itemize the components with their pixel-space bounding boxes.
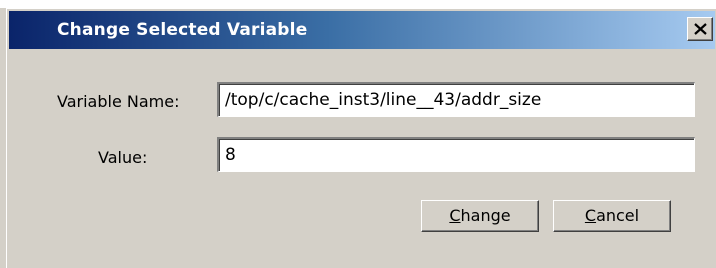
dialog-title: Change Selected Variable [57,20,308,40]
change-mnemonic: C [449,206,461,225]
close-button[interactable] [687,17,713,41]
cancel-label-rest: ancel [596,206,640,225]
title-bar[interactable]: Change Selected Variable [9,11,715,49]
variable-name-field[interactable] [217,82,695,117]
cancel-mnemonic: C [584,206,597,225]
change-variable-dialog: Change Selected Variable Variable Name: … [6,8,716,268]
value-field[interactable] [217,137,695,172]
variable-name-label: Variable Name: [57,92,180,111]
background-strip [0,0,716,8]
cancel-button[interactable]: Cancel [553,200,671,232]
change-button[interactable]: Change [421,200,539,232]
close-icon [694,23,707,35]
change-label-rest: hange [460,206,511,225]
value-label: Value: [98,148,148,167]
